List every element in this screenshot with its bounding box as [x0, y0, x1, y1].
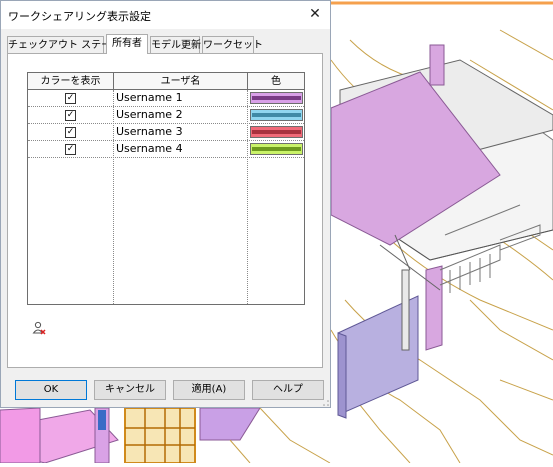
color-swatch[interactable]: [250, 92, 303, 104]
remove-user-icon[interactable]: [32, 321, 46, 335]
table-row: ✓ Username 4: [28, 141, 304, 158]
username-cell: Username 4: [116, 142, 183, 155]
color-swatch[interactable]: [250, 109, 303, 121]
help-button[interactable]: ヘルプ: [252, 380, 324, 400]
username-cell: Username 3: [116, 125, 183, 138]
tab-model-updates[interactable]: モデル更新: [150, 36, 201, 53]
dialog-titlebar[interactable]: ワークシェアリング表示設定 ✕: [1, 1, 330, 29]
header-show-color[interactable]: カラーを表示: [28, 73, 114, 90]
show-color-checkbox[interactable]: ✓: [65, 144, 76, 155]
show-color-checkbox[interactable]: ✓: [65, 110, 76, 121]
username-cell: Username 1: [116, 91, 183, 104]
tab-worksets[interactable]: ワークセット: [202, 36, 263, 53]
color-swatch[interactable]: [250, 143, 303, 155]
owners-panel: カラーを表示 ユーザ名 色 ✓ Username 1 ✓ Username 2 …: [7, 53, 323, 368]
tab-owners[interactable]: 所有者: [106, 34, 148, 54]
header-color[interactable]: 色: [248, 73, 304, 90]
table-row: ✓ Username 3: [28, 124, 304, 141]
apply-button[interactable]: 適用(A): [173, 380, 245, 400]
table-row: ✓ Username 1: [28, 90, 304, 107]
worksharing-display-dialog: ワークシェアリング表示設定 ✕ チェックアウト ステータス 所有者 モデル更新 …: [0, 0, 331, 408]
header-username[interactable]: ユーザ名: [114, 73, 248, 90]
username-cell: Username 2: [116, 108, 183, 121]
show-color-checkbox[interactable]: ✓: [65, 93, 76, 104]
cancel-button[interactable]: キャンセル: [94, 380, 166, 400]
owners-table: カラーを表示 ユーザ名 色 ✓ Username 1 ✓ Username 2 …: [27, 72, 305, 305]
ok-button[interactable]: OK: [15, 380, 87, 400]
close-icon[interactable]: ✕: [304, 4, 326, 24]
table-row: ✓ Username 2: [28, 107, 304, 124]
color-swatch[interactable]: [250, 126, 303, 138]
show-color-checkbox[interactable]: ✓: [65, 127, 76, 138]
resize-grip-icon[interactable]: [321, 398, 329, 406]
dialog-title: ワークシェアリング表示設定: [8, 10, 151, 23]
tab-checkout-status[interactable]: チェックアウト ステータス: [7, 36, 131, 53]
